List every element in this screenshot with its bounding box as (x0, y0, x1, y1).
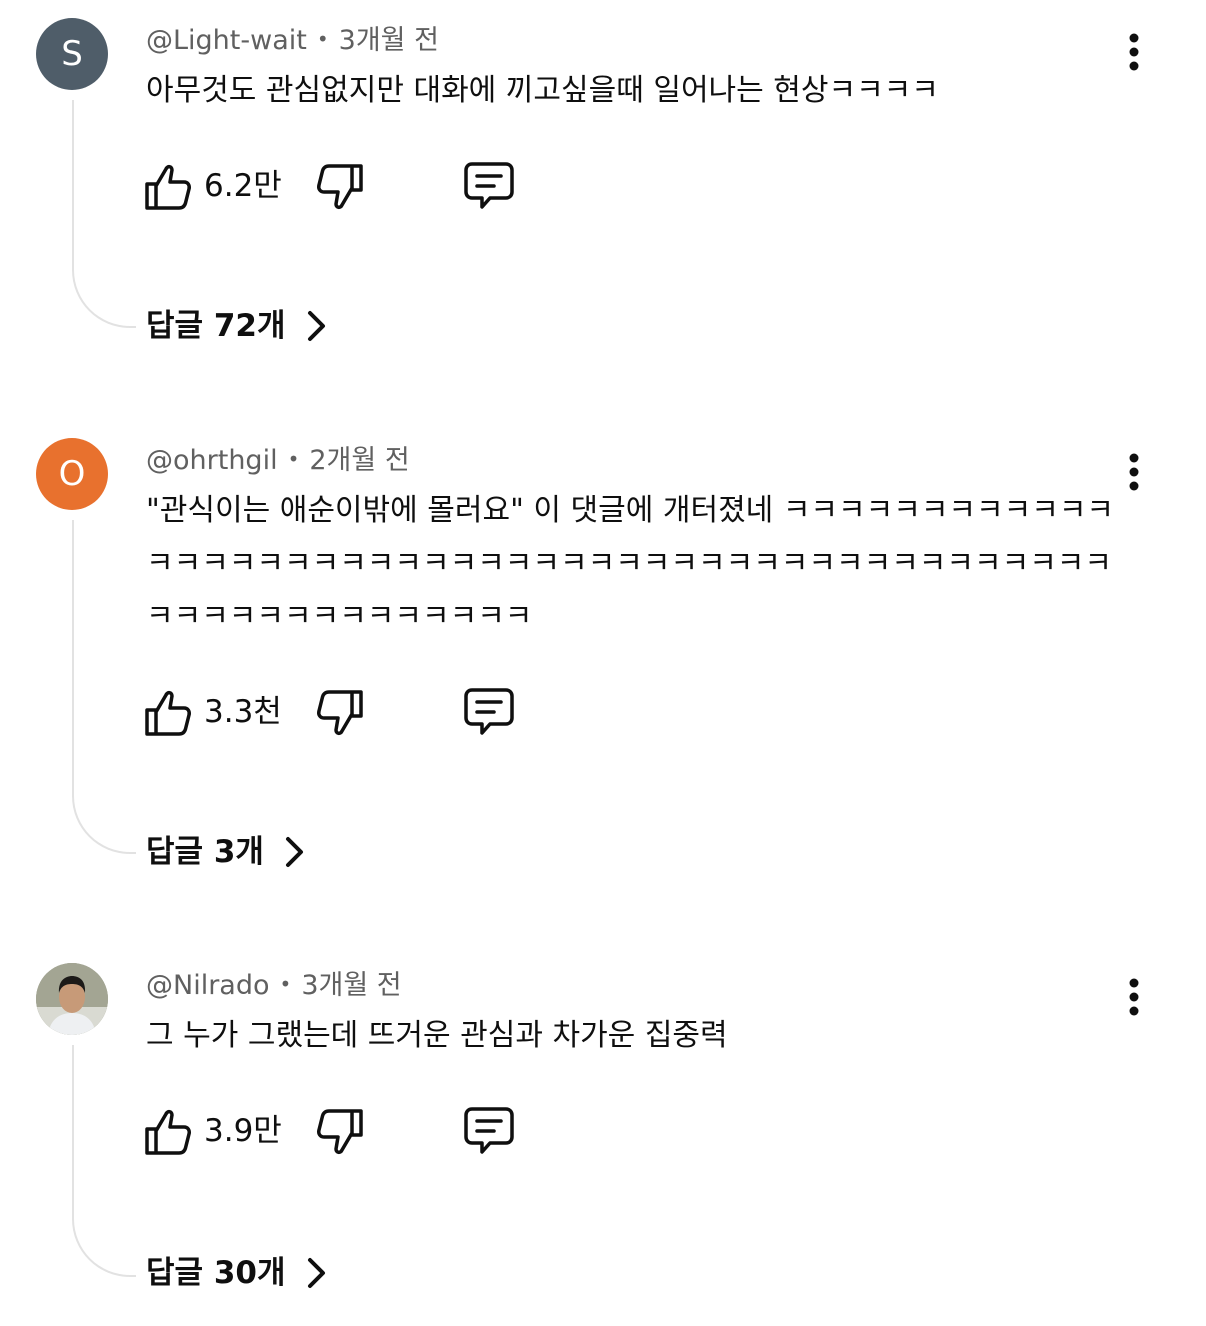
thumbs-down-icon (317, 164, 363, 210)
author-name[interactable]: @Nilrado (146, 970, 270, 1001)
separator-dot: • (287, 447, 300, 471)
comment-meta: @ohrthgil • 2개월 전 (146, 442, 410, 478)
replies-count-label: 답글 30개 (146, 1255, 286, 1291)
reply-button[interactable] (462, 160, 516, 214)
comment-meta: @Nilrado • 3개월 전 (146, 967, 402, 1003)
avatar-letter: S (61, 34, 83, 74)
thumbs-up-icon (145, 1109, 191, 1155)
thumbs-up-icon (145, 164, 191, 210)
thumbs-up-icon (145, 690, 191, 736)
view-replies-button[interactable]: 답글 30개 (146, 1251, 329, 1295)
like-count: 3.9만 (204, 1113, 282, 1149)
avatar-letter: O (58, 454, 86, 494)
view-replies-button[interactable]: 답글 3개 (146, 830, 307, 874)
avatar[interactable]: O (36, 438, 108, 510)
comment-time: 3개월 전 (301, 970, 402, 1001)
more-options-button[interactable] (1114, 977, 1154, 1021)
vertical-ellipsis-icon (1129, 978, 1139, 1016)
replies-count-label: 답글 72개 (146, 308, 286, 344)
vertical-ellipsis-icon (1129, 453, 1139, 491)
view-replies-button[interactable]: 답글 72개 (146, 304, 329, 348)
thread-line (72, 100, 136, 328)
chevron-right-icon (283, 834, 307, 870)
like-count: 3.3천 (204, 694, 282, 730)
comment-bubble-icon (464, 688, 514, 735)
chevron-right-icon (305, 1255, 329, 1291)
comment-time: 3개월 전 (338, 25, 439, 56)
separator-dot: • (316, 27, 329, 51)
comment-text: "관식이는 애순이밖에 몰러요" 이 댓글에 개터졌네 ㅋㅋㅋㅋㅋㅋㅋㅋㅋㅋㅋㅋ… (146, 493, 1115, 634)
author-name[interactable]: @Light-wait (146, 25, 307, 56)
like-button[interactable] (144, 686, 192, 738)
more-options-button[interactable] (1114, 452, 1154, 496)
dislike-button[interactable] (316, 162, 364, 214)
reply-button[interactable] (462, 1105, 516, 1159)
reply-button[interactable] (462, 686, 516, 740)
avatar[interactable] (36, 963, 108, 1035)
like-button[interactable] (144, 1105, 192, 1157)
comment-bubble-icon (464, 1107, 514, 1154)
vertical-ellipsis-icon (1129, 33, 1139, 71)
like-count: 6.2만 (204, 168, 282, 204)
comment-bubble-icon (464, 162, 514, 209)
comment-time: 2개월 전 (309, 445, 410, 476)
avatar[interactable]: S (36, 18, 108, 90)
dislike-button[interactable] (316, 1107, 364, 1159)
separator-dot: • (279, 972, 292, 996)
more-options-button[interactable] (1114, 32, 1154, 76)
comment-text: 아무것도 관심없지만 대화에 끼고싶을때 일어나는 현상ㅋㅋㅋㅋ (146, 73, 939, 108)
comment-meta: @Light-wait • 3개월 전 (146, 22, 439, 58)
thread-line (72, 520, 136, 854)
dislike-button[interactable] (316, 688, 364, 740)
comment-text: 그 누가 그랬는데 뜨거운 관심과 차가운 집중력 (146, 1018, 728, 1053)
replies-count-label: 답글 3개 (146, 834, 264, 870)
thumbs-down-icon (317, 1109, 363, 1155)
thread-line (72, 1045, 136, 1277)
person-photo (36, 963, 108, 1035)
thumbs-down-icon (317, 690, 363, 736)
like-button[interactable] (144, 160, 192, 212)
author-name[interactable]: @ohrthgil (146, 445, 278, 476)
chevron-right-icon (305, 308, 329, 344)
